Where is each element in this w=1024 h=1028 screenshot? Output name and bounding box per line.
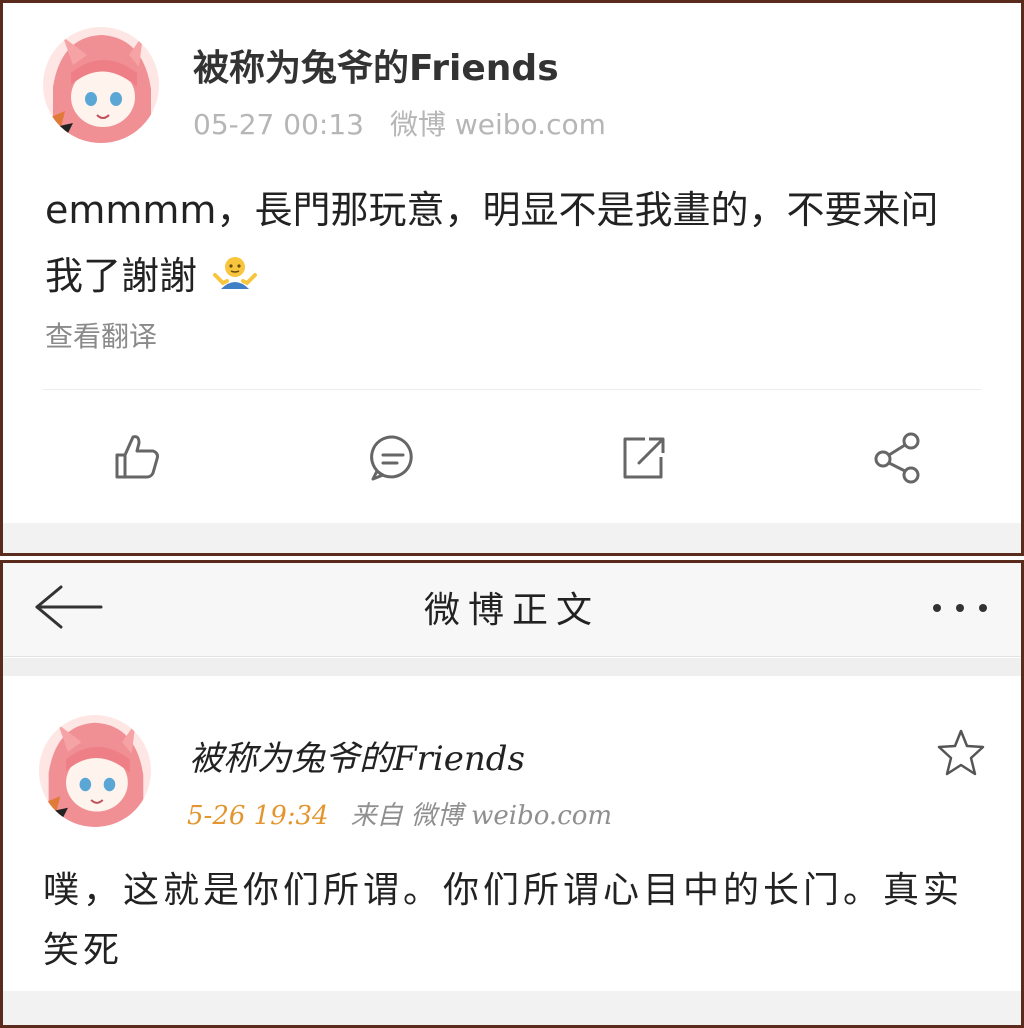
section-gap <box>3 658 1021 676</box>
post-body: emmmm，長門那玩意，明显不是我畫的，不要来问我了謝謝 <box>45 188 939 298</box>
post-meta: 05-27 00:13 微博 weibo.com <box>193 103 606 143</box>
post-time: 05-27 00:13 <box>193 108 364 141</box>
weibo-post-detail: 微博正文 被称为兔爷的Friends 5-26 19:34 来自 微博 weib… <box>0 560 1024 1028</box>
share-icon <box>874 432 920 484</box>
translate-link[interactable]: 查看翻译 <box>45 315 157 355</box>
favorite-button[interactable] <box>935 727 987 779</box>
username[interactable]: 被称为兔爷的Friends <box>193 39 559 91</box>
star-icon <box>937 729 985 776</box>
divider <box>43 389 981 390</box>
user-avatar[interactable] <box>43 27 159 143</box>
post-source: 微博 weibo.com <box>389 108 606 141</box>
card-footer <box>3 523 1021 553</box>
post-text: emmmm，長門那玩意，明显不是我畫的，不要来问我了謝謝 <box>45 177 945 313</box>
more-button[interactable] <box>925 593 995 623</box>
nav-bar: 微博正文 <box>3 563 1021 657</box>
card-footer <box>3 991 1021 1025</box>
comment-button[interactable] <box>365 429 421 485</box>
post-meta: 5-26 19:34 来自 微博 weibo.com <box>187 795 612 832</box>
weibo-post-card-top: 被称为兔爷的Friends 05-27 00:13 微博 weibo.com em… <box>0 0 1024 556</box>
thumbs-up-icon <box>115 435 159 479</box>
repost-button[interactable] <box>615 429 671 485</box>
shrug-emoji-icon <box>213 247 258 313</box>
post-source: 来自 微博 weibo.com <box>350 801 613 831</box>
repost-icon <box>623 437 665 479</box>
user-avatar[interactable] <box>39 715 151 827</box>
like-button[interactable] <box>109 429 165 485</box>
post-text: 噗，这就是你们所谓。你们所谓心目中的长门。真实笑死 <box>43 870 964 971</box>
share-button[interactable] <box>869 429 925 485</box>
post-time: 5-26 19:34 <box>187 801 329 831</box>
more-dots-icon <box>933 604 987 612</box>
username[interactable]: 被称为兔爷的Friends <box>189 731 525 780</box>
page-title: 微博正文 <box>423 590 600 631</box>
comment-icon <box>370 435 413 481</box>
